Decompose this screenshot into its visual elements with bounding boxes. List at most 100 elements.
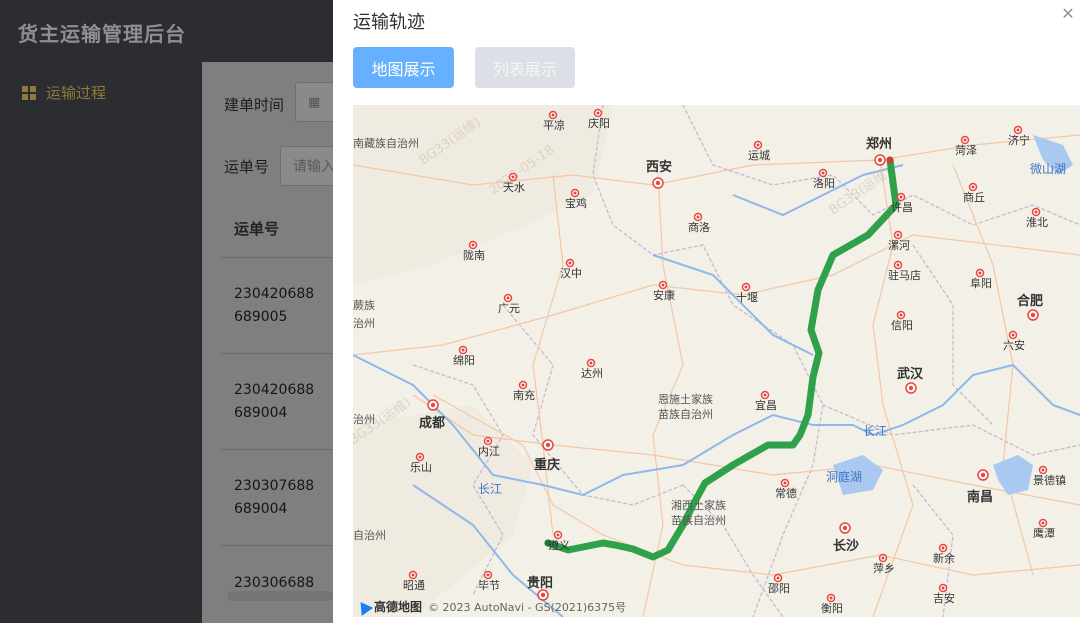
tab-map-view[interactable]: 地图展示 [353, 47, 454, 88]
table-row[interactable]: 230420688 689005 [220, 258, 333, 354]
city-label: 平凉 [543, 118, 565, 132]
city-label: 阜阳 [970, 277, 992, 290]
modal-title: 运输轨迹 [353, 12, 425, 33]
city-label: 郑州 [866, 136, 892, 152]
tab-list-view[interactable]: 列表展示 [475, 47, 575, 88]
city-label: 商丘 [963, 190, 985, 204]
table-row[interactable]: 230420688 689004 [220, 354, 333, 450]
map-canvas: BG33(运维) 2023-05-18 BG33(运维) BG33(运维) 郑州… [353, 105, 1080, 617]
city-label: 景德镇 [1033, 473, 1066, 487]
svg-text:洞庭湖: 洞庭湖 [826, 469, 862, 484]
city-label: 信阳 [891, 319, 913, 332]
svg-text:微山湖: 微山湖 [1030, 161, 1066, 176]
map-copyright: © 2023 AutoNavi - GS(2021)6375号 [428, 600, 627, 614]
city-label: 庆阳 [588, 116, 610, 130]
city-label: 长沙 [833, 538, 859, 554]
amap-logo: 高德地图 [354, 597, 423, 616]
route-modal: 运输轨迹 ✕ 地图展示 列表展示 BG33(运维) 2023-05-18 BG3… [333, 0, 1080, 623]
city-label: 内江 [478, 444, 500, 458]
horizontal-scrollbar[interactable] [228, 591, 333, 601]
route-map[interactable]: BG33(运维) 2023-05-18 BG33(运维) BG33(运维) 郑州… [353, 105, 1080, 617]
city-label: 广元 [498, 302, 520, 315]
close-icon[interactable]: ✕ [1060, 6, 1076, 22]
city-label: 六安 [1003, 338, 1025, 352]
waybill-input[interactable]: 请输入 [280, 146, 333, 186]
amap-arrow-icon [354, 597, 374, 616]
city-label: 济宁 [1008, 133, 1030, 147]
city-label: 贵阳 [527, 575, 553, 591]
waybill-number: 230420688 [234, 381, 315, 398]
calendar-icon: ▦ [308, 94, 321, 110]
main-content: 建单时间 ▦ 运单号 请输入 运单号 230420688 689005 23042… [202, 62, 333, 623]
city-label: 邵阳 [768, 582, 790, 595]
city-label: 衡阳 [821, 602, 843, 615]
city-label: 菏泽 [955, 144, 977, 157]
city-label: 南昌 [967, 489, 993, 505]
city-label: 洛阳 [813, 176, 835, 190]
city-label: 吉安 [933, 591, 955, 605]
create-time-label: 建单时间 [224, 96, 285, 114]
waybill-placeholder: 请输入 [293, 159, 333, 175]
city-label: 乐山 [410, 461, 432, 474]
sidebar: 货主运输管理后台 运输过程 [0, 0, 202, 623]
city-label: 许昌 [891, 201, 913, 214]
city-label: 商洛 [688, 220, 710, 234]
city-label: 陇南 [463, 248, 485, 262]
city-label: 天水 [503, 181, 525, 194]
city-label: 十堰 [736, 290, 758, 304]
waybill-number-cont: 689004 [234, 404, 288, 421]
waybill-table: 运单号 230420688 689005 230420688 689004 2303… [220, 200, 333, 623]
svg-text:长江: 长江 [863, 424, 887, 438]
svg-text:治州: 治州 [353, 412, 375, 426]
svg-text:湘西土家族: 湘西土家族 [671, 498, 726, 512]
app-title: 货主运输管理后台 [18, 22, 186, 46]
create-time-input[interactable]: ▦ [295, 82, 333, 122]
svg-text:苗族自治州: 苗族自治州 [671, 513, 726, 527]
city-label: 汉中 [560, 267, 582, 280]
map-attribution: 高德地图 © 2023 AutoNavi - GS(2021)6375号 [354, 597, 627, 616]
waybill-number-cont: 689005 [234, 308, 288, 325]
waybill-number-cont: 689004 [234, 500, 288, 517]
svg-text:蕨族: 蕨族 [353, 298, 375, 312]
svg-text:恩施土家族: 恩施土家族 [658, 392, 713, 406]
top-bar [202, 0, 333, 62]
city-label: 昭通 [403, 579, 425, 592]
city-label: 萍乡 [873, 562, 895, 575]
city-label: 武汉 [897, 366, 924, 382]
city-label: 宜昌 [755, 398, 777, 412]
amap-logo-text: 高德地图 [374, 600, 423, 614]
svg-text:南藏族自治州: 南藏族自治州 [353, 136, 419, 150]
waybill-label: 运单号 [224, 158, 270, 176]
city-label: 淮北 [1026, 216, 1048, 229]
svg-text:治州: 治州 [353, 316, 375, 330]
city-label: 驻马店 [888, 268, 921, 282]
city-label: 绵阳 [453, 353, 475, 367]
city-label: 重庆 [534, 457, 560, 473]
table-row[interactable]: 230306688 [220, 546, 333, 623]
sidebar-item-transport-process[interactable]: 运输过程 [22, 82, 106, 103]
waybill-number: 230420688 [234, 285, 315, 302]
table-header: 运单号 [220, 200, 333, 258]
city-label: 西安 [646, 159, 672, 175]
city-label: 新余 [933, 551, 955, 565]
city-label: 漯河 [888, 239, 910, 252]
city-label: 毕节 [478, 579, 500, 592]
table-row[interactable]: 230307688 689004 [220, 450, 333, 546]
column-header-waybill: 运单号 [234, 220, 280, 238]
waybill-number: 230307688 [234, 477, 315, 494]
city-label: 南充 [513, 388, 535, 402]
city-label: 安康 [653, 288, 675, 302]
city-label: 运城 [748, 149, 770, 162]
svg-text:长江: 长江 [478, 482, 502, 496]
city-label: 成都 [419, 415, 445, 431]
svg-text:自治州: 自治州 [353, 528, 386, 542]
svg-text:苗族自治州: 苗族自治州 [658, 407, 713, 421]
city-label: 宝鸡 [565, 196, 587, 210]
route-end-marker [886, 156, 894, 164]
city-label: 常德 [775, 486, 797, 500]
city-label: 达州 [581, 367, 603, 380]
city-label: 合肥 [1017, 293, 1043, 309]
city-label: 鹰潭 [1033, 526, 1055, 540]
grid-icon [22, 85, 36, 100]
city-label: 遵义 [548, 538, 570, 552]
